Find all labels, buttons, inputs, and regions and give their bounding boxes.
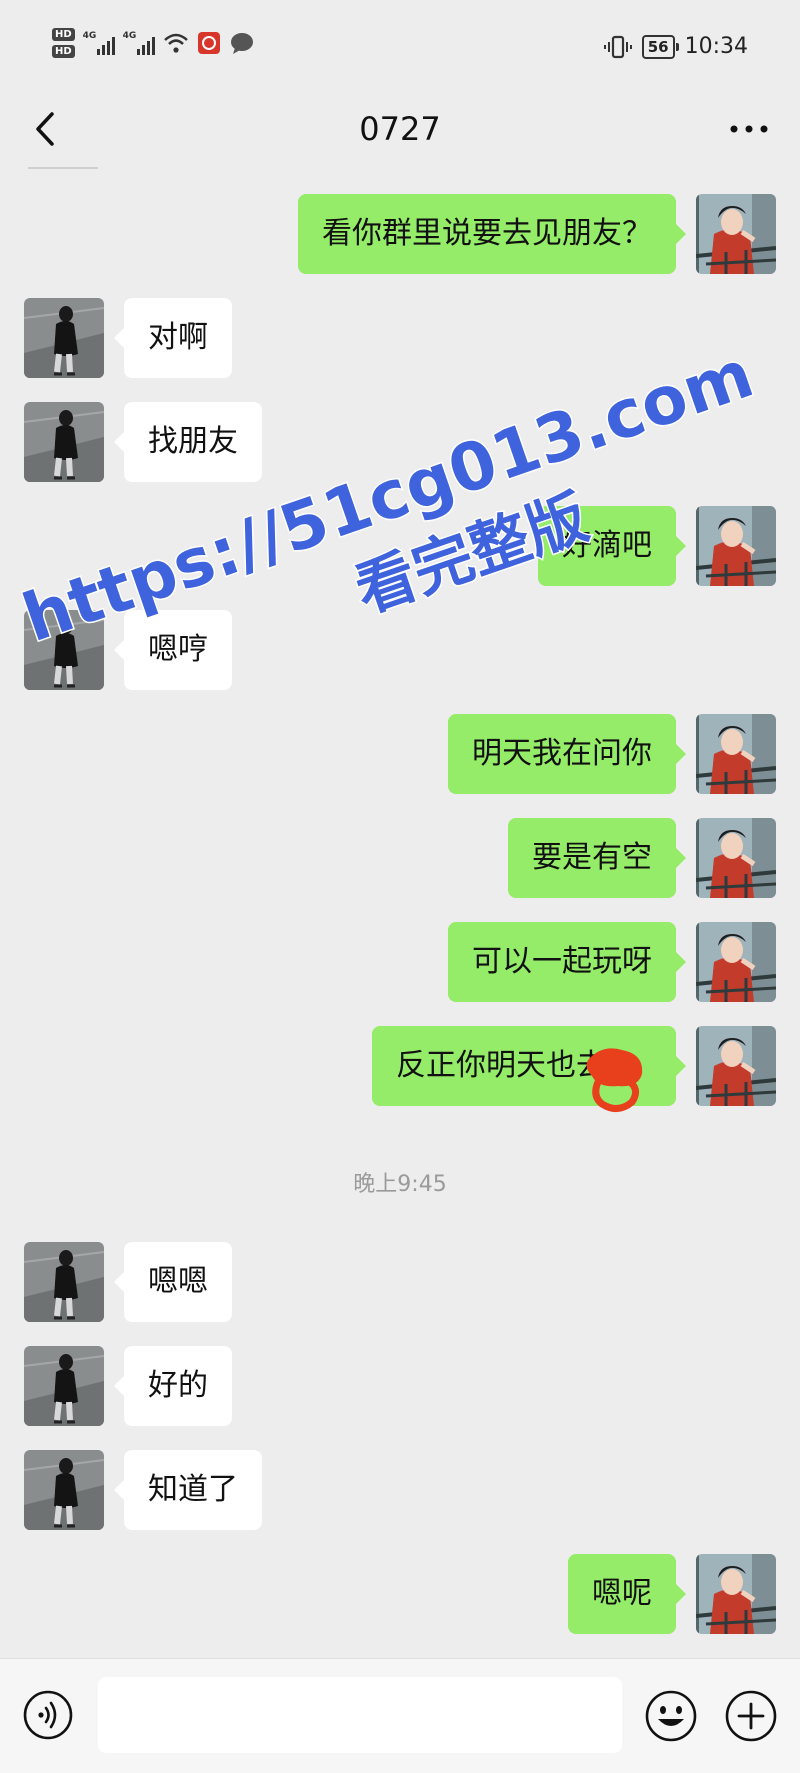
contact-avatar[interactable] (24, 1242, 104, 1322)
message-row: 找朋友 (0, 402, 800, 482)
plus-icon (725, 1690, 777, 1742)
message-row: 好的 (0, 1346, 800, 1426)
contact-avatar[interactable] (24, 1450, 104, 1530)
voice-icon (23, 1690, 73, 1740)
app-notification-icon (197, 31, 221, 55)
outgoing-message-bubble[interactable]: 要是有空 (508, 818, 686, 898)
input-bar (0, 1658, 800, 1773)
message-timestamp: 晚上9:45 (353, 1172, 447, 1197)
divider (28, 167, 98, 169)
my-avatar[interactable] (696, 922, 776, 1002)
outgoing-message-bubble[interactable]: 看你群里说要去见朋友？ (298, 194, 686, 274)
vibrate-icon (603, 35, 632, 59)
chat-title: 0727 (359, 110, 441, 148)
incoming-message-bubble[interactable]: 好的 (114, 1346, 232, 1426)
contact-avatar[interactable] (24, 610, 104, 690)
redaction-scribble (586, 1048, 643, 1112)
incoming-message-bubble[interactable]: 知道了 (114, 1450, 262, 1530)
message-row: 嗯哼 (0, 610, 800, 690)
contact-avatar[interactable] (24, 1346, 104, 1426)
outgoing-message-bubble[interactable]: 可以一起玩呀 (448, 922, 686, 1002)
voice-button[interactable] (22, 1689, 74, 1741)
message-row: 可以一起玩呀 (0, 922, 800, 1002)
emoji-button[interactable] (644, 1689, 698, 1743)
more-icon (730, 125, 768, 133)
incoming-message-bubble[interactable]: 找朋友 (114, 402, 262, 482)
message-row: 嗯呢 (0, 1554, 800, 1634)
signal-icon: 4G (83, 31, 115, 55)
wifi-icon (163, 32, 189, 54)
outgoing-message-bubble[interactable]: 好滴吧 (538, 506, 686, 586)
emoji-icon (645, 1690, 697, 1742)
message-row: 好滴吧 (0, 506, 800, 586)
message-row: 看你群里说要去见朋友？ (0, 194, 800, 274)
contact-avatar[interactable] (24, 402, 104, 482)
signal-icon: 4G (123, 31, 155, 55)
my-avatar[interactable] (696, 1026, 776, 1106)
watermark-url: https://51cg013.com (14, 335, 763, 657)
hd-badge: HD (52, 45, 75, 58)
message-row: 嗯嗯 (0, 1242, 800, 1322)
message-row: 要是有空 (0, 818, 800, 898)
incoming-message-bubble[interactable]: 嗯哼 (114, 610, 232, 690)
battery-indicator: 56 (641, 34, 679, 59)
more-button[interactable] (724, 104, 774, 154)
my-avatar[interactable] (696, 1554, 776, 1634)
my-avatar[interactable] (696, 714, 776, 794)
my-avatar[interactable] (696, 194, 776, 274)
message-input[interactable] (98, 1677, 622, 1753)
my-avatar[interactable] (696, 506, 776, 586)
incoming-message-bubble[interactable]: 对啊 (114, 298, 232, 378)
outgoing-message-bubble[interactable]: 明天我在问你 (448, 714, 686, 794)
incoming-message-bubble[interactable]: 嗯嗯 (114, 1242, 232, 1322)
outgoing-message-bubble[interactable]: 嗯呢 (568, 1554, 686, 1634)
message-row: 反正你明天也去 (0, 1026, 800, 1112)
network-label: 4G (122, 31, 137, 41)
message-row: 知道了 (0, 1450, 800, 1530)
status-bar: HD HD 4G 4G 56 10:34 (0, 0, 800, 90)
message-row: 明天我在问你 (0, 714, 800, 794)
chat-header: 0727 (0, 90, 800, 185)
hd-badge: HD (52, 28, 75, 41)
contact-avatar[interactable] (24, 298, 104, 378)
message-row: 对啊 (0, 298, 800, 378)
message-notification-icon (229, 31, 255, 55)
network-label: 4G (82, 31, 97, 41)
my-avatar[interactable] (696, 818, 776, 898)
clock: 10:34 (684, 34, 748, 59)
more-functions-button[interactable] (724, 1689, 778, 1743)
